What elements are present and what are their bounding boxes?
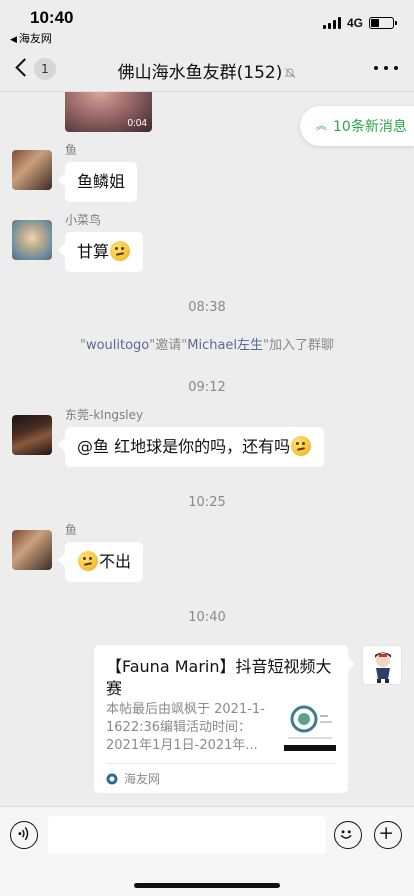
mute-bell-icon bbox=[285, 68, 296, 78]
avatar[interactable] bbox=[12, 530, 52, 570]
message-item: 东莞-kIngsley @鱼 红地球是你的吗，还有吗 bbox=[12, 409, 325, 467]
chat-title: 佛山海水鱼友群(152) bbox=[0, 58, 414, 83]
more-options-button[interactable] bbox=[374, 58, 398, 78]
notice-mid-text: "邀请" bbox=[149, 338, 188, 353]
message-text: 不出 bbox=[99, 552, 132, 571]
link-card-footer: 海友网 bbox=[106, 763, 336, 793]
message-item: 小菜鸟 甘算 bbox=[12, 214, 144, 272]
chat-header: 1 佛山海水鱼友群(152) bbox=[0, 44, 414, 92]
timestamp: 10:40 bbox=[188, 610, 226, 625]
status-indicators: 4G bbox=[322, 16, 397, 30]
message-text: @鱼 红地球是你的吗，还有吗 bbox=[77, 437, 291, 456]
message-input[interactable] bbox=[48, 816, 326, 854]
battery-icon bbox=[369, 17, 397, 29]
smirk-emoji-icon bbox=[291, 436, 312, 456]
more-actions-button[interactable] bbox=[374, 821, 402, 849]
sender-name: 鱼 bbox=[65, 523, 78, 537]
status-time: 10:40 bbox=[30, 8, 74, 27]
invitee-link[interactable]: Michael左生 bbox=[187, 338, 263, 353]
inviter-link[interactable]: woulitogo bbox=[86, 338, 149, 353]
link-card-source: 海友网 bbox=[124, 772, 161, 786]
smiley-icon bbox=[340, 830, 352, 839]
status-bar: 10:40 ◀ 海友网 4G bbox=[0, 0, 414, 45]
voice-icon bbox=[18, 826, 29, 841]
sender-name: 小菜鸟 bbox=[65, 213, 102, 227]
video-message-thumbnail[interactable]: 0:04 bbox=[65, 92, 152, 132]
thinking-emoji-icon bbox=[110, 241, 131, 261]
message-bubble[interactable]: 鱼鳞姐 bbox=[65, 162, 138, 202]
signal-icon bbox=[322, 17, 341, 29]
timestamp: 08:38 bbox=[188, 300, 226, 315]
video-duration: 0:04 bbox=[127, 118, 147, 129]
message-item: 鱼 鱼鳞姐 bbox=[12, 144, 138, 202]
double-chevron-up-icon: ︽ bbox=[316, 119, 327, 132]
message-list[interactable]: 0:04 ︽ 10条新消息 鱼 鱼鳞姐 小菜鸟 甘算 08:38 "woulit… bbox=[0, 92, 414, 806]
voice-input-button[interactable] bbox=[10, 821, 38, 849]
home-indicator[interactable] bbox=[134, 883, 280, 888]
avatar[interactable] bbox=[12, 150, 52, 190]
my-avatar[interactable] bbox=[362, 645, 402, 685]
input-bar bbox=[0, 806, 414, 896]
message-item: 鱼 不出 bbox=[12, 524, 144, 582]
link-card-description: 本帖最后由飒枫于 2021-1-1622:36编辑活动时间：2021年1月1日-… bbox=[106, 702, 265, 753]
message-bubble[interactable]: 不出 bbox=[65, 542, 144, 582]
grimace-emoji-icon bbox=[78, 551, 98, 571]
new-messages-button[interactable]: ︽ 10条新消息 bbox=[300, 106, 414, 146]
chat-title-text: 佛山海水鱼友群(152) bbox=[117, 63, 283, 83]
sender-name: 鱼 bbox=[65, 143, 78, 157]
message-bubble[interactable]: @鱼 红地球是你的吗，还有吗 bbox=[65, 427, 325, 467]
qr-code-thumbnail bbox=[284, 701, 336, 753]
link-card[interactable]: 【Fauna Marin】抖音短视频大赛 本帖最后由飒枫于 2021-1-162… bbox=[94, 645, 348, 793]
back-triangle-icon: ◀ bbox=[10, 34, 17, 44]
system-notice: "woulitogo"邀请"Michael左生"加入了群聊 bbox=[0, 334, 414, 353]
timestamp: 10:25 bbox=[188, 495, 226, 510]
avatar[interactable] bbox=[12, 220, 52, 260]
network-type: 4G bbox=[346, 16, 363, 30]
sender-name: 东莞-kIngsley bbox=[65, 408, 144, 422]
site-logo-icon bbox=[106, 773, 118, 784]
avatar[interactable] bbox=[12, 415, 52, 455]
plus-icon bbox=[380, 827, 392, 839]
new-messages-label: 10条新消息 bbox=[333, 119, 407, 135]
notice-tail-text: "加入了群聊 bbox=[263, 338, 335, 353]
message-text: 鱼鳞姐 bbox=[77, 172, 126, 191]
timestamp: 09:12 bbox=[188, 380, 226, 395]
message-text: 甘算 bbox=[77, 242, 110, 261]
message-bubble[interactable]: 甘算 bbox=[65, 232, 144, 272]
emoji-button[interactable] bbox=[334, 821, 362, 849]
link-card-title: 【Fauna Marin】抖音短视频大赛 bbox=[106, 657, 332, 698]
